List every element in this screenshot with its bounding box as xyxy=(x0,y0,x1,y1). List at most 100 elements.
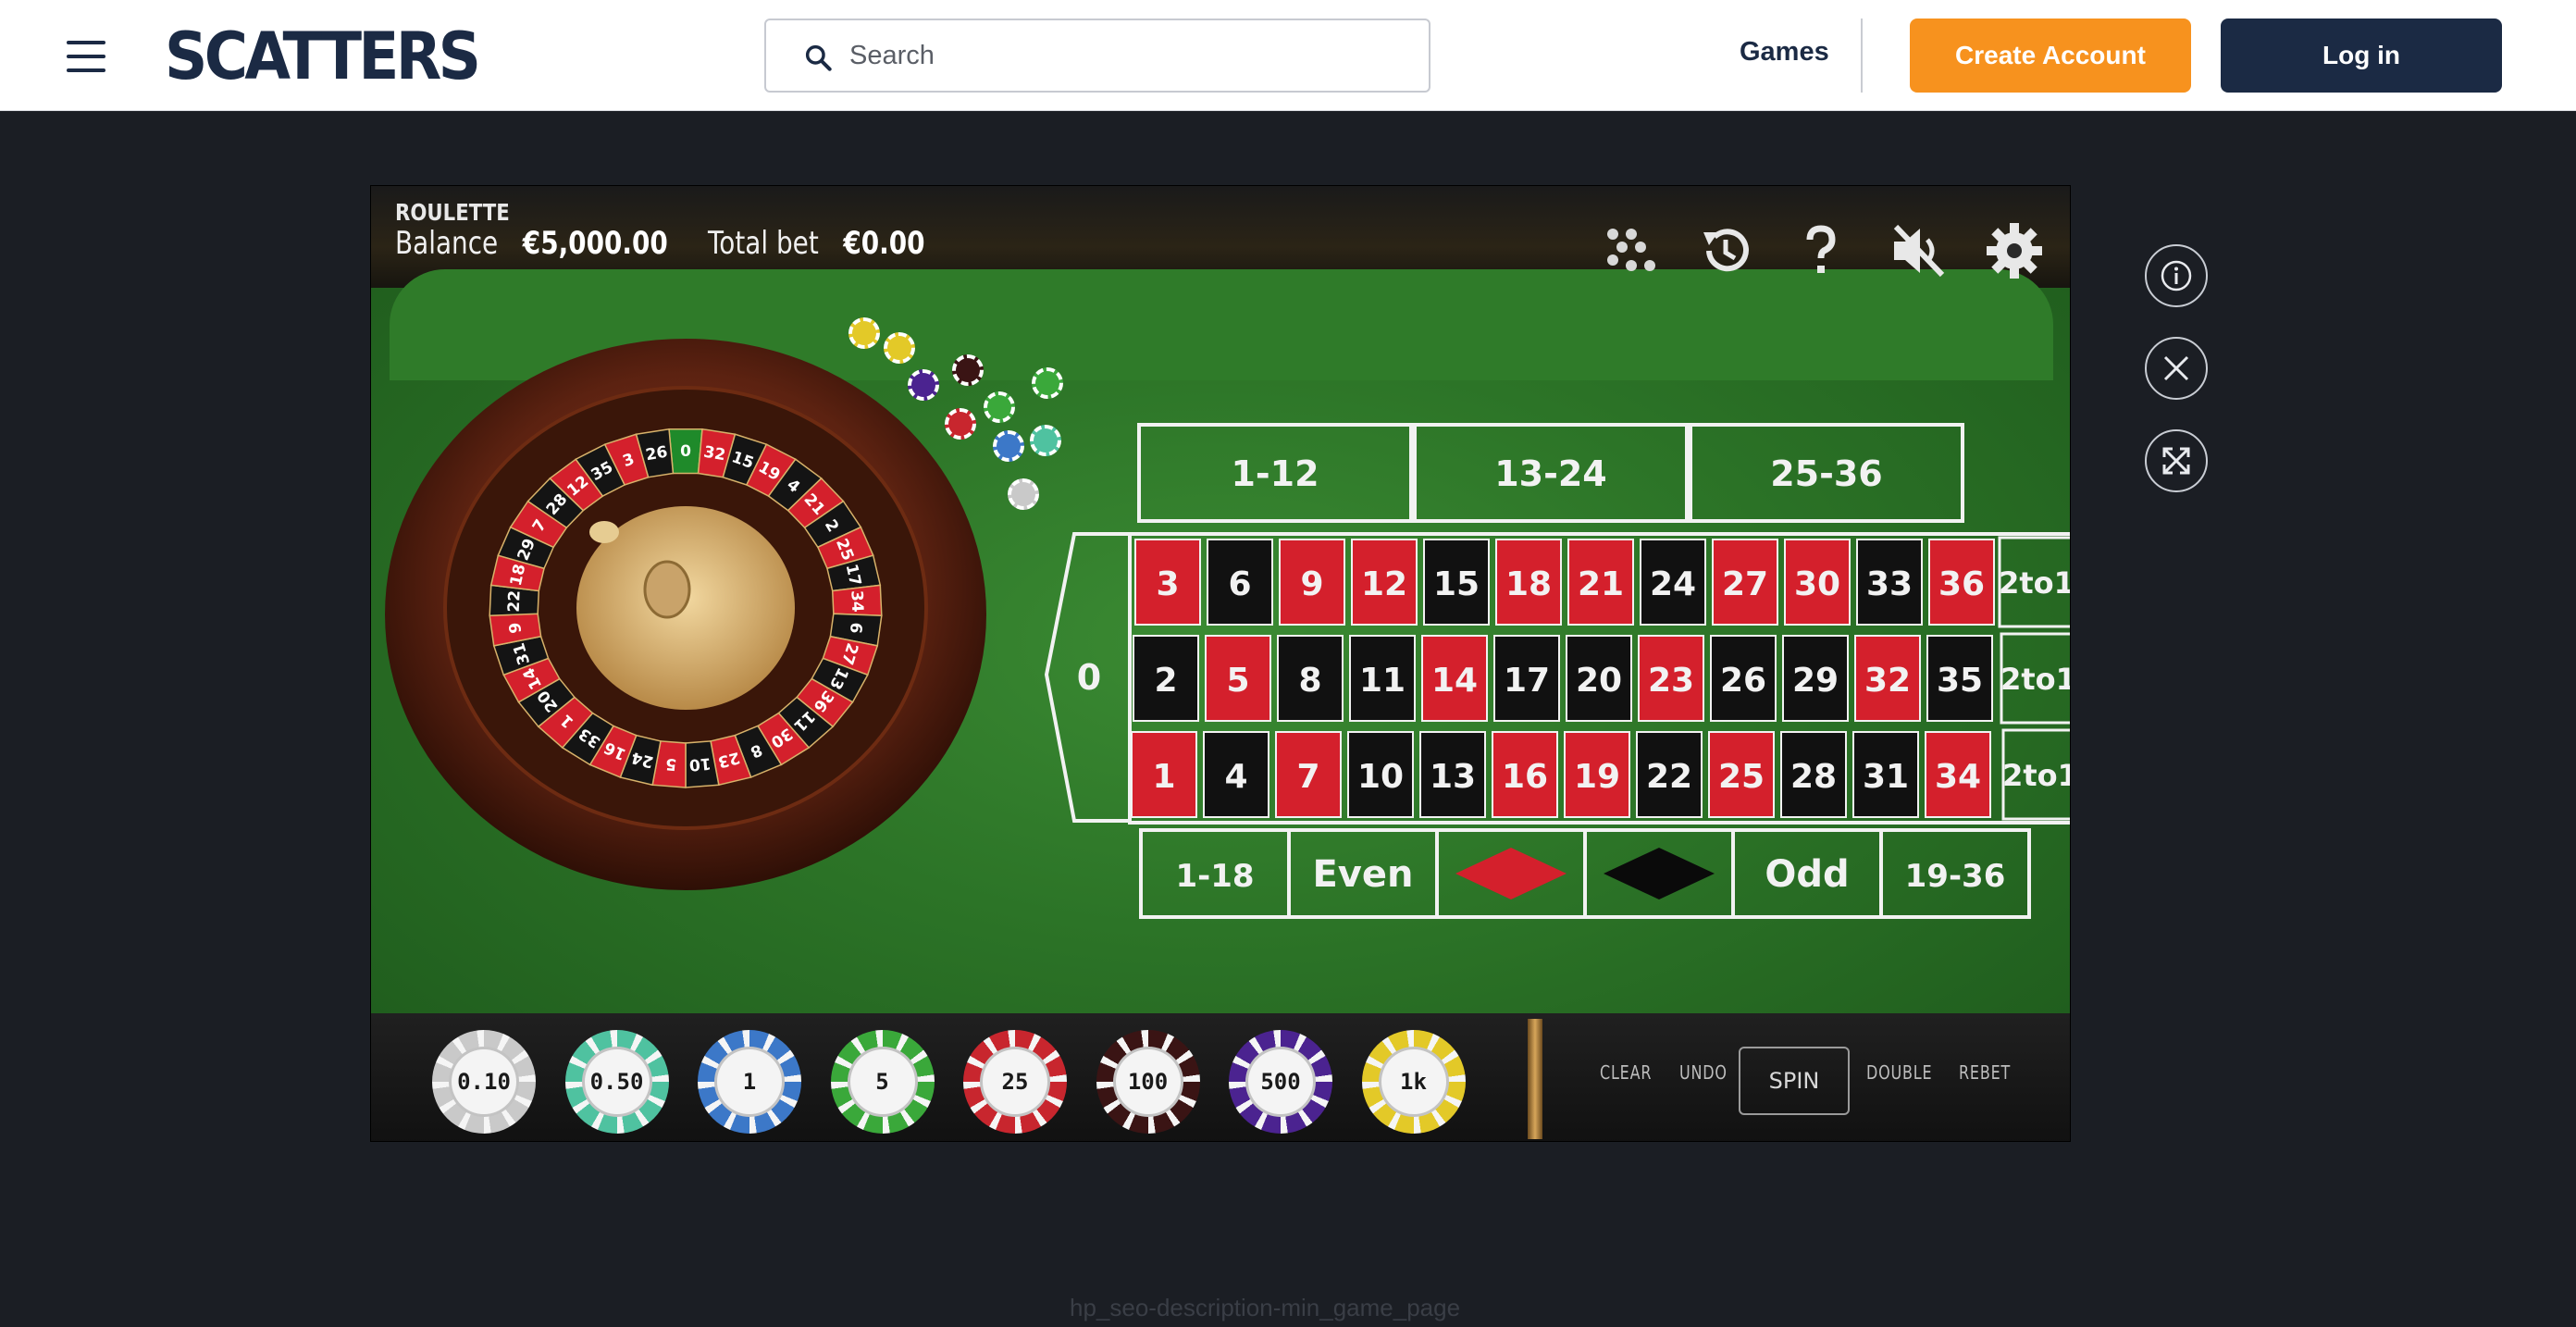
number-label: 21 xyxy=(1578,565,1624,603)
number-label: 34 xyxy=(1935,758,1981,796)
number-label: 36 xyxy=(1938,565,1985,603)
dozen-label: 1-12 xyxy=(1231,453,1319,494)
settings-icon[interactable] xyxy=(1985,221,2044,280)
outside-label: 19-36 xyxy=(1905,858,2006,895)
felt-chip-stack xyxy=(884,332,915,364)
felt-chip-stack xyxy=(945,408,976,440)
number-label: 10 xyxy=(1357,758,1404,796)
number-label: 20 xyxy=(1576,662,1622,700)
felt-chip-stack xyxy=(908,369,939,401)
close-game-button[interactable] xyxy=(2145,337,2208,400)
double-button[interactable]: DOUBLE xyxy=(1866,1061,1932,1084)
chip-100[interactable]: 100 xyxy=(1096,1030,1200,1134)
chip-value: 1k xyxy=(1378,1047,1449,1117)
clear-button[interactable]: CLEAR xyxy=(1600,1061,1652,1084)
chip-1[interactable]: 1 xyxy=(698,1030,801,1134)
search-input[interactable] xyxy=(849,33,1405,78)
number-label: 22 xyxy=(1646,758,1692,796)
chip-value: 5 xyxy=(847,1047,918,1117)
history-icon[interactable] xyxy=(1696,221,1755,280)
chip-0_50[interactable]: 0.50 xyxy=(564,1030,669,1134)
number-label: 4 xyxy=(1224,758,1247,796)
seo-text: hp_seo-description-min_game_page xyxy=(1070,1294,1461,1321)
number-label: 12 xyxy=(1361,565,1407,603)
number-label: 25 xyxy=(1718,758,1765,796)
undo-button[interactable]: UNDO xyxy=(1679,1061,1728,1084)
fullscreen-button[interactable] xyxy=(2145,429,2208,492)
site-header: SCATTERS Games Create Account Log in xyxy=(0,0,2576,111)
chip-value: 1 xyxy=(714,1047,785,1117)
felt-chip-stack xyxy=(984,391,1015,423)
info-icon xyxy=(2161,260,2192,291)
total-bet-label: Total bet xyxy=(708,225,819,262)
number-label: 1 xyxy=(1152,758,1175,796)
felt-chip-stack xyxy=(848,317,880,349)
chip-value: 100 xyxy=(1112,1047,1183,1117)
create-account-button[interactable]: Create Account xyxy=(1910,19,2191,93)
chip-5[interactable]: 5 xyxy=(830,1030,935,1134)
felt-chip-stack xyxy=(952,354,984,386)
chips-icon[interactable] xyxy=(1602,221,1661,280)
number-label: 35 xyxy=(1937,662,1983,700)
chip-1k[interactable]: 1k xyxy=(1361,1030,1466,1134)
number-label: 6 xyxy=(1228,565,1251,603)
number-label: 32 xyxy=(1864,662,1911,700)
number-label: 3 xyxy=(1156,565,1179,603)
number-label: 19 xyxy=(1574,758,1620,796)
search-icon xyxy=(805,44,832,71)
outside-label: Even xyxy=(1312,853,1413,896)
column-label: 2to1 xyxy=(2000,662,2071,697)
number-label: 28 xyxy=(1790,758,1837,796)
column-label: 2to1 xyxy=(2002,758,2071,793)
number-label: 30 xyxy=(1794,565,1840,603)
number-label: 29 xyxy=(1792,662,1839,700)
wheel-number: 26 xyxy=(644,443,669,465)
chip-500[interactable]: 500 xyxy=(1229,1030,1332,1134)
chip-25[interactable]: 25 xyxy=(963,1030,1067,1134)
number-label: 8 xyxy=(1298,662,1321,700)
chip-0_10[interactable]: 0.10 xyxy=(432,1030,536,1134)
balance-label: Balance xyxy=(395,225,499,262)
chip-value: 25 xyxy=(980,1047,1050,1117)
number-label: 17 xyxy=(1504,662,1550,700)
wheel-number: 0 xyxy=(680,442,691,461)
balance-display: Balance €5,000.00 xyxy=(395,225,668,262)
wheel-number: 32 xyxy=(702,443,727,465)
close-icon xyxy=(2163,355,2189,381)
balance-value: €5,000.00 xyxy=(522,225,668,262)
number-label: 9 xyxy=(1300,565,1323,603)
outside-label: Odd xyxy=(1765,853,1849,896)
betting-table[interactable]: 1-12 13-24 25-3603 6 9 12 15 18 21 24 27 30 33 36 2to1… xyxy=(1037,397,2071,1063)
fullscreen-icon xyxy=(2162,447,2190,475)
game-frame[interactable]: ROULETTE Balance €5,000.00 Total bet €0.… xyxy=(370,185,2071,1142)
header-divider xyxy=(1861,19,1863,93)
chip-value: 0.10 xyxy=(449,1047,519,1117)
number-label: 26 xyxy=(1720,662,1766,700)
spin-button[interactable]: SPIN xyxy=(1739,1047,1850,1115)
number-label: 2 xyxy=(1154,662,1177,700)
info-button[interactable] xyxy=(2145,244,2208,307)
number-label: 24 xyxy=(1650,565,1696,603)
number-label: 23 xyxy=(1648,662,1694,700)
game-title: ROULETTE xyxy=(395,199,510,226)
wheel-number: 10 xyxy=(688,753,712,774)
sound-muted-icon[interactable] xyxy=(1889,221,1948,280)
wheel-number: 6 xyxy=(846,621,865,634)
number-label: 31 xyxy=(1863,758,1909,796)
felt-chip-stack xyxy=(1008,478,1039,510)
column-label: 2to1 xyxy=(1999,565,2071,601)
total-bet-value: €0.00 xyxy=(843,225,925,262)
dozen-label: 13-24 xyxy=(1494,453,1607,494)
login-button[interactable]: Log in xyxy=(2221,19,2502,93)
games-link[interactable]: Games xyxy=(1740,37,1829,68)
search-box[interactable] xyxy=(764,19,1430,93)
number-label: 27 xyxy=(1722,565,1768,603)
site-logo[interactable]: SCATTERS xyxy=(165,19,481,94)
menu-icon[interactable] xyxy=(67,41,105,72)
rebet-button[interactable]: REBET xyxy=(1959,1061,2011,1084)
dozen-label: 25-36 xyxy=(1770,453,1883,494)
number-label: 16 xyxy=(1502,758,1548,796)
total-bet-display: Total bet €0.00 xyxy=(708,225,925,262)
number-label: 7 xyxy=(1296,758,1319,796)
help-icon[interactable] xyxy=(1791,221,1851,280)
